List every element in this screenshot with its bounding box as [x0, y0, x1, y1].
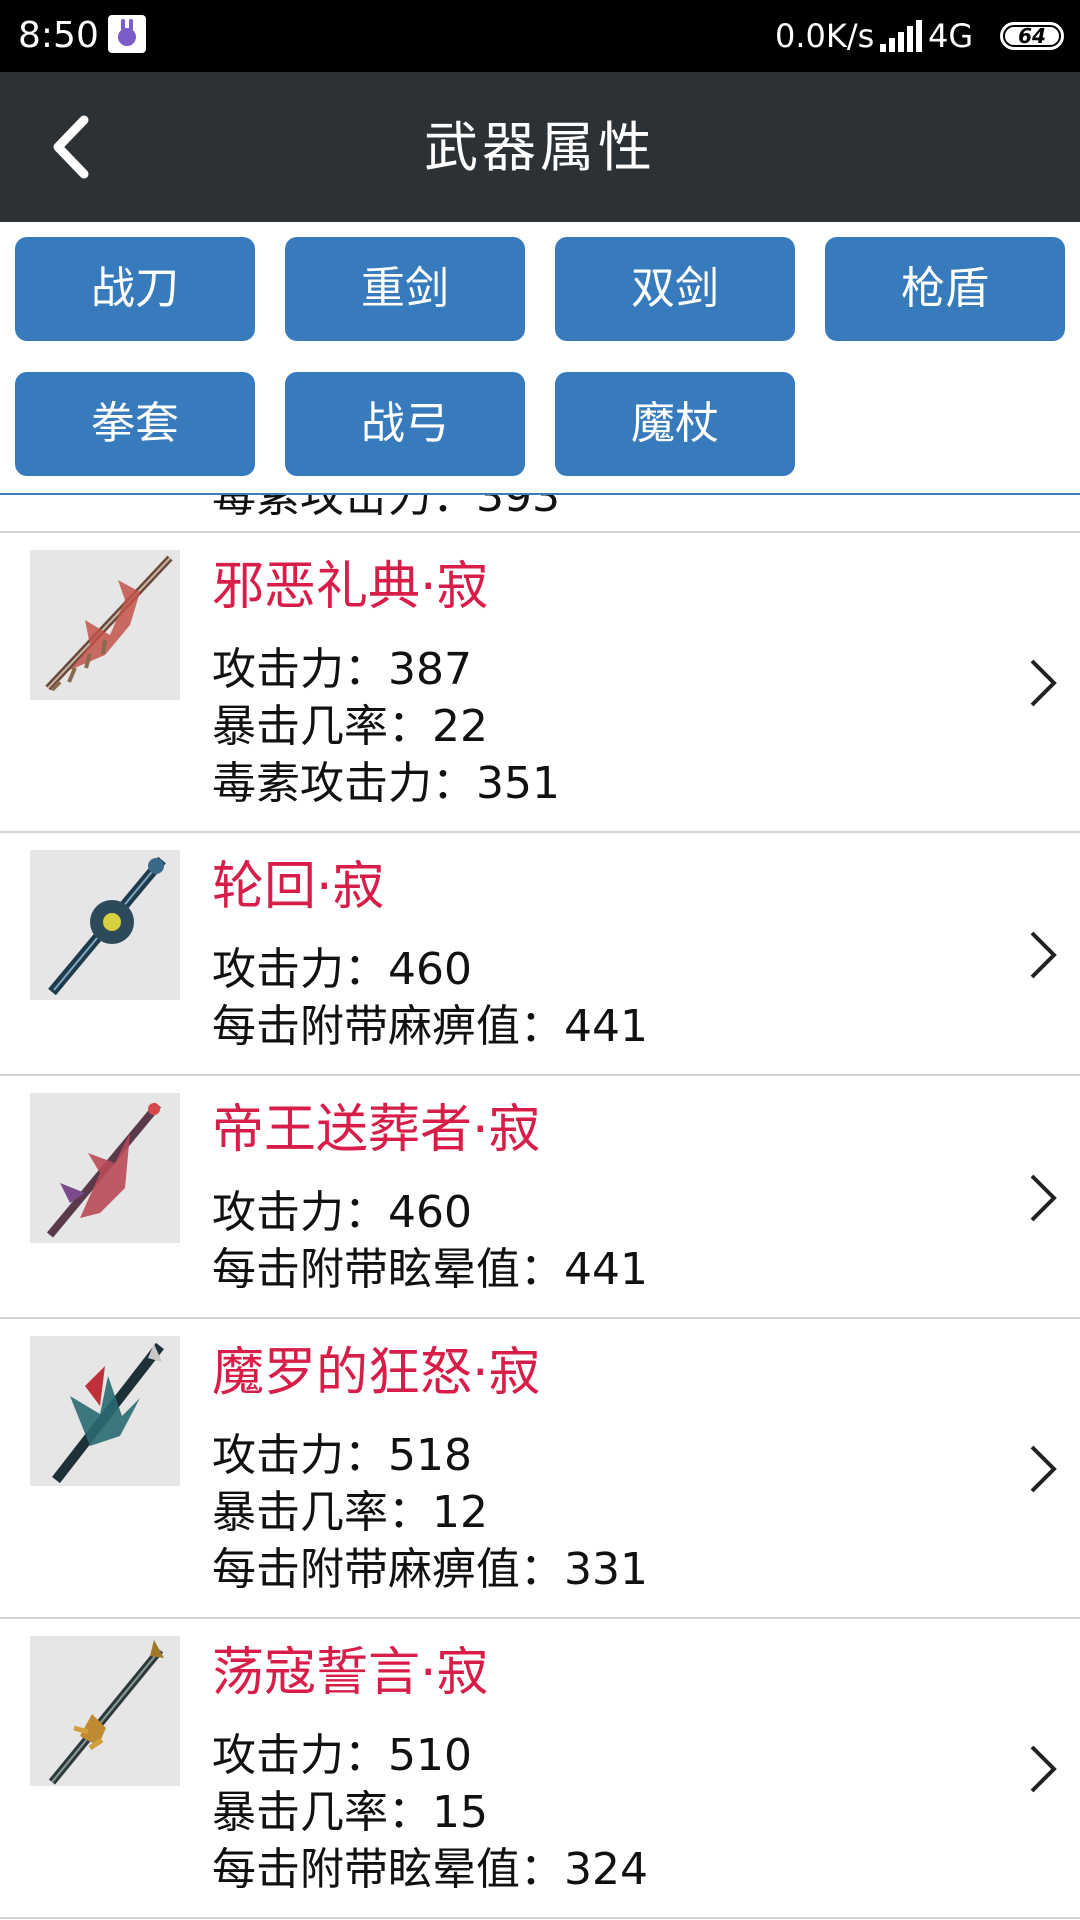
network-type: 4G [928, 17, 974, 55]
stat-line: 暴击几率：22 [212, 701, 488, 752]
weapon-name: 轮回·寂 [212, 857, 385, 917]
weapon-list[interactable]: 毒素攻击力：393 邪恶礼典·寂 攻击力：387 暴击几率：22 毒素攻击力：3… [0, 495, 1080, 1920]
list-item[interactable]: 魔罗的狂怒·寂 攻击力：518 暴击几率：12 每击附带麻痹值：331 [0, 1319, 1080, 1619]
status-time: 8:50 [18, 15, 99, 56]
stat-line: 攻击力：510 [212, 1730, 472, 1781]
weapon-thumbnail [30, 850, 180, 1000]
weapon-stats: 攻击力：460 每击附带眩晕值：441 [212, 1184, 648, 1298]
stat-line: 每击附带麻痹值：441 [212, 1001, 648, 1052]
stat-line: 攻击力：460 [212, 1187, 472, 1238]
stat-line: 攻击力：460 [212, 944, 472, 995]
weapon-stats: 攻击力：387 暴击几率：22 毒素攻击力：351 [212, 641, 560, 812]
status-bar: 8:50 0.0K/s 4G 64 [0, 0, 1080, 72]
category-button-quantao[interactable]: 拳套 [15, 372, 255, 476]
stat-line: 毒素攻击力：351 [212, 758, 560, 809]
weapon-stats: 攻击力：510 暴击几率：15 每击附带眩晕值：324 [212, 1727, 648, 1898]
weapon-thumbnail [30, 550, 180, 700]
battery-icon: 64 [1000, 22, 1064, 50]
chevron-right-icon [1030, 1174, 1057, 1222]
stat-line: 攻击力：387 [212, 644, 472, 695]
category-button-qiangdun[interactable]: 枪盾 [825, 237, 1065, 341]
weapon-name: 荡寇誓言·寂 [212, 1643, 489, 1703]
weapon-name: 帝王送葬者·寂 [212, 1100, 541, 1160]
app-header: 武器属性 [0, 72, 1080, 222]
chevron-right-icon [1030, 659, 1057, 707]
battery-level: 64 [1005, 26, 1059, 46]
weapon-stats: 攻击力：518 暴击几率：12 每击附带麻痹值：331 [212, 1427, 648, 1598]
list-item[interactable]: 邪恶礼典·寂 攻击力：387 暴击几率：22 毒素攻击力：351 [0, 533, 1080, 833]
category-button-zhongjian[interactable]: 重剑 [285, 237, 525, 341]
weapon-stats: 攻击力：460 每击附带麻痹值：441 [212, 941, 648, 1055]
category-button-mozhang[interactable]: 魔杖 [555, 372, 795, 476]
weapon-thumbnail [30, 1093, 180, 1243]
stat-line: 每击附带眩晕值：441 [212, 1244, 648, 1295]
list-item[interactable]: 帝王送葬者·寂 攻击力：460 每击附带眩晕值：441 [0, 1076, 1080, 1319]
page-title: 武器属性 [424, 116, 656, 179]
category-button-zhandao[interactable]: 战刀 [15, 237, 255, 341]
weapon-thumbnail [30, 1636, 180, 1786]
category-button-shuangjian[interactable]: 双剑 [555, 237, 795, 341]
chevron-right-icon [1030, 1445, 1057, 1493]
stat-line: 每击附带麻痹值：331 [212, 1544, 648, 1595]
category-button-zhangong[interactable]: 战弓 [285, 372, 525, 476]
list-item-partial[interactable]: 毒素攻击力：393 [0, 495, 1080, 533]
category-buttons: 战刀 重剑 双剑 枪盾 拳套 战弓 魔杖 [0, 222, 1080, 494]
stat-line: 每击附带眩晕值：324 [212, 1844, 648, 1895]
list-item[interactable]: 荡寇誓言·寂 攻击力：510 暴击几率：15 每击附带眩晕值：324 [0, 1619, 1080, 1919]
weapon-name: 魔罗的狂怒·寂 [212, 1343, 541, 1403]
stat-line: 毒素攻击力：393 [212, 495, 560, 522]
stat-line: 暴击几率：15 [212, 1787, 488, 1838]
network-speed: 0.0K/s [775, 17, 875, 55]
rabbit-app-icon [108, 15, 146, 53]
signal-icon [880, 20, 922, 52]
chevron-right-icon [1030, 1745, 1057, 1793]
list-item[interactable]: 轮回·寂 攻击力：460 每击附带麻痹值：441 [0, 833, 1080, 1076]
stat-line: 暴击几率：12 [212, 1487, 488, 1538]
stat-line: 攻击力：518 [212, 1430, 472, 1481]
chevron-right-icon [1030, 931, 1057, 979]
weapon-name: 邪恶礼典·寂 [212, 557, 489, 617]
weapon-thumbnail [30, 1336, 180, 1486]
